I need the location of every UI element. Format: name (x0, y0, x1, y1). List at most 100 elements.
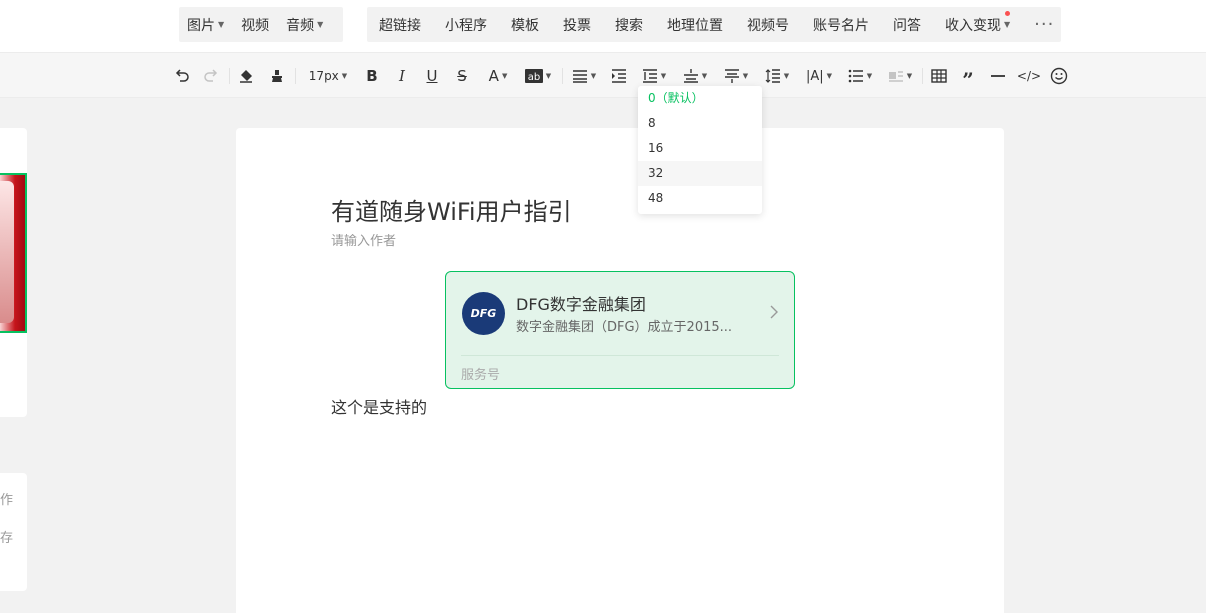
menu-image-label: 图片 (187, 17, 215, 34)
caret-down-icon: ▼ (701, 72, 708, 80)
media-menu-group: 图片 ▼ 视频 音频 ▼ (179, 7, 343, 42)
font-size-select[interactable]: 17px ▼ (305, 65, 351, 87)
insert-menu-group: 超链接 小程序 模板 投票 搜索 地理位置 视频号 账号名片 问答 收入变现 ▼ … (367, 7, 1061, 42)
spacing-option-48[interactable]: 48 (638, 186, 762, 211)
more-dots-icon[interactable]: ··· (1034, 14, 1054, 35)
paragraph-spacing-icon[interactable]: ▼ (639, 65, 669, 87)
menu-location-label: 地理位置 (667, 17, 723, 34)
letter-spacing-icon[interactable]: |A| ▼ (804, 65, 834, 87)
menu-search-label: 搜索 (615, 17, 643, 34)
menu-qa[interactable]: 问答 (893, 15, 921, 35)
menu-video-label: 视频 (241, 17, 270, 34)
chevron-right-icon (770, 304, 778, 323)
account-name: DFG数字金融集团 (516, 295, 646, 314)
toolbar-divider (922, 68, 923, 84)
spacing-option-0[interactable]: 0（默认） (638, 86, 762, 111)
spacing-option-32[interactable]: 32 (638, 161, 762, 186)
menu-hyperlink[interactable]: 超链接 (379, 15, 421, 35)
menu-account-card[interactable]: 账号名片 (813, 15, 869, 35)
menu-template[interactable]: 模板 (511, 15, 539, 35)
editor-page: 有道随身WiFi用户指引 DFG DFG数字金融集团 数字金融集团（DFG）成立… (236, 128, 1004, 613)
cover-thumbnail[interactable] (0, 173, 27, 333)
menu-channels-label: 视频号 (747, 17, 789, 34)
format-toolbar: 17px ▼ B I U S A ▼ ab ▼ ▼ ▼ ▼ ▼ ▼ |A| ▼ ▼ ▼ … (0, 52, 1206, 98)
spacing-option-16[interactable]: 16 (638, 136, 762, 161)
caret-down-icon: ▼ (218, 20, 225, 29)
caret-down-icon: ▼ (906, 72, 913, 80)
menu-video[interactable]: 视频 (241, 15, 269, 35)
account-card[interactable]: DFG DFG数字金融集团 数字金融集团（DFG）成立于2015... 服务号 (445, 271, 795, 389)
emoji-icon[interactable] (1049, 65, 1069, 87)
menu-vote[interactable]: 投票 (563, 15, 591, 35)
underline-icon[interactable]: U (422, 65, 442, 87)
toolbar-divider (562, 68, 563, 84)
spacing-option-8[interactable]: 8 (638, 111, 762, 136)
align-icon[interactable]: ▼ (570, 65, 598, 87)
list-icon[interactable]: ▼ (845, 65, 875, 87)
caret-down-icon: ▼ (501, 72, 508, 80)
account-avatar-text: DFG (470, 307, 497, 320)
cover-thumbnail-highlight (0, 181, 14, 323)
caret-down-icon: ▼ (1004, 20, 1011, 29)
card-divider (461, 355, 779, 356)
font-size-value: 17px (308, 69, 339, 83)
menu-audio-label: 音频 (286, 17, 315, 34)
line-height-icon[interactable]: ▼ (762, 65, 792, 87)
strikethrough-icon[interactable]: S (452, 65, 472, 87)
undo-icon[interactable] (172, 65, 192, 87)
menu-monetize[interactable]: 收入变现 ▼ (945, 15, 1010, 35)
account-avatar: DFG (462, 292, 505, 335)
side-text-fragment: 存 (0, 531, 14, 546)
quote-icon[interactable]: ” (958, 65, 978, 90)
notification-dot (1005, 11, 1010, 16)
account-type: 服务号 (461, 368, 501, 383)
menu-search[interactable]: 搜索 (615, 15, 643, 35)
caret-down-icon: ▼ (317, 20, 324, 29)
toolbar-divider (295, 68, 296, 84)
format-painter-icon[interactable] (267, 65, 287, 87)
menu-location[interactable]: 地理位置 (667, 15, 723, 35)
code-icon[interactable]: </> (1017, 65, 1041, 87)
redo-icon[interactable] (201, 65, 221, 87)
menu-template-label: 模板 (511, 17, 539, 34)
caret-down-icon: ▼ (660, 72, 667, 80)
insert-menu-bar: 图片 ▼ 视频 音频 ▼ 超链接 小程序 模板 投票 搜索 地理位置 视频号 账号名… (0, 0, 1206, 52)
font-color-icon[interactable]: A ▼ (484, 65, 512, 87)
article-title[interactable]: 有道随身WiFi用户指引 (331, 192, 572, 227)
menu-vote-label: 投票 (563, 17, 591, 34)
caret-down-icon: ▼ (742, 72, 749, 80)
svg-text:ab: ab (528, 72, 540, 83)
menu-image[interactable]: 图片 ▼ (187, 15, 224, 35)
space-after-icon[interactable]: ▼ (721, 65, 751, 87)
caret-down-icon: ▼ (866, 72, 873, 80)
caret-down-icon: ▼ (783, 72, 790, 80)
menu-hyperlink-label: 超链接 (379, 17, 421, 34)
menu-audio[interactable]: 音频 ▼ (286, 15, 323, 35)
article-body-text[interactable]: 这个是支持的 (331, 394, 427, 418)
caret-down-icon: ▼ (826, 72, 833, 80)
divider-line-icon[interactable] (988, 65, 1008, 87)
menu-account-card-label: 账号名片 (813, 17, 869, 34)
space-before-icon[interactable]: ▼ (680, 65, 710, 87)
menu-miniprogram-label: 小程序 (445, 17, 487, 34)
toolbar-divider (229, 68, 230, 84)
paragraph-spacing-dropdown: 0（默认） 8 16 32 48 (638, 86, 762, 214)
format-eraser-icon[interactable] (236, 65, 256, 87)
caret-down-icon: ▼ (590, 72, 597, 80)
indent-icon[interactable] (609, 65, 629, 87)
table-icon[interactable] (929, 65, 949, 87)
menu-miniprogram[interactable]: 小程序 (445, 15, 487, 35)
bold-icon[interactable]: B (362, 65, 382, 87)
side-text-fragment: 作 (0, 493, 14, 508)
account-description: 数字金融集团（DFG）成立于2015... (516, 320, 733, 335)
caret-down-icon: ▼ (545, 72, 552, 80)
float-icon[interactable]: ▼ (885, 65, 915, 87)
highlight-color-icon[interactable]: ab ▼ (523, 65, 553, 87)
menu-qa-label: 问答 (893, 17, 921, 34)
author-input[interactable] (331, 234, 631, 249)
menu-monetize-label: 收入变现 (945, 17, 1001, 34)
settings-panel: 作 存 (0, 473, 27, 591)
menu-channels[interactable]: 视频号 (747, 15, 789, 35)
italic-icon[interactable]: I (392, 65, 412, 87)
cover-panel (0, 128, 27, 417)
